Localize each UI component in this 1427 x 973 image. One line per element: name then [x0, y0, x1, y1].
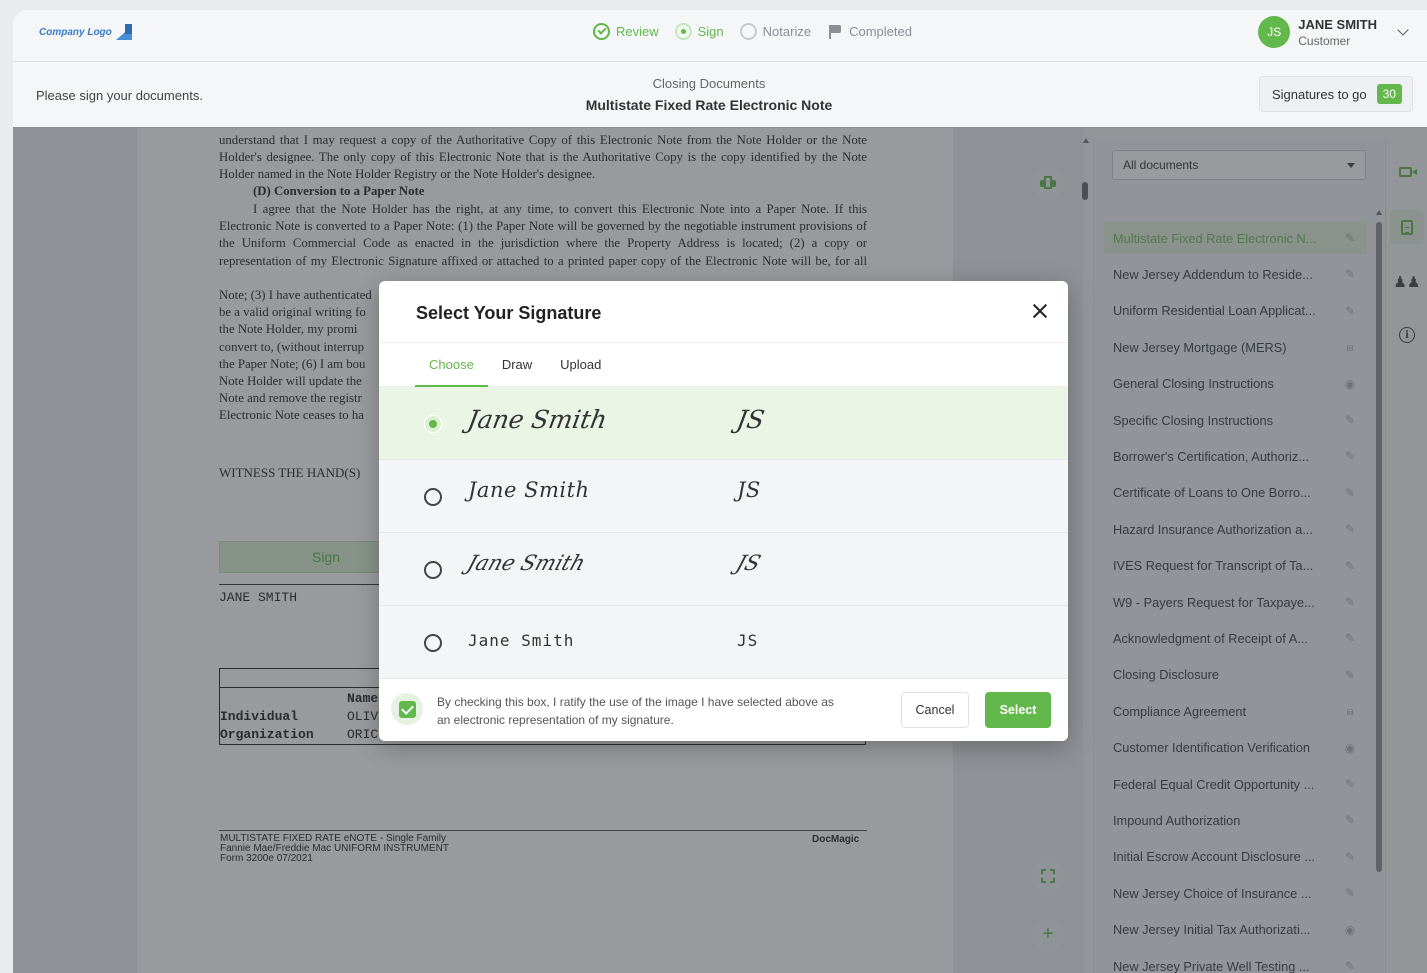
signature-option-3[interactable]: Jane Smith JS — [379, 533, 1068, 606]
signatures-label: Signatures to go — [1271, 86, 1367, 102]
close-icon[interactable] — [1028, 299, 1052, 323]
signature-initials: JS — [737, 478, 761, 502]
document-kicker: Closing Documents — [652, 76, 766, 91]
tab-draw[interactable]: Draw — [488, 343, 546, 386]
step-label: Review — [616, 24, 659, 39]
signature-full-name: Jane Smith — [465, 405, 610, 434]
ratify-checkbox[interactable] — [391, 693, 423, 725]
pending-step-icon — [739, 23, 757, 40]
radio-selected-icon[interactable] — [424, 415, 442, 433]
signature-full-name: Jane Smith — [468, 478, 590, 502]
top-header: Company Logo Review Sign Notarize Comple… — [13, 10, 1427, 62]
tab-upload[interactable]: Upload — [546, 343, 615, 386]
step-completed[interactable]: Completed — [827, 24, 912, 39]
check-circle-icon — [593, 23, 610, 40]
instruction-text: Please sign your documents. — [36, 88, 203, 103]
radio-icon[interactable] — [424, 561, 442, 579]
signature-full-name: Jane Smith — [464, 551, 589, 575]
step-label: Sign — [697, 24, 724, 39]
step-label: Notarize — [762, 24, 812, 39]
checkbox-checked-icon — [398, 700, 416, 718]
document-heading: Closing Documents Multistate Fixed Rate … — [509, 76, 909, 113]
signature-option-2[interactable]: Jane Smith JS — [379, 460, 1068, 533]
flag-icon — [827, 24, 843, 39]
step-notarize[interactable]: Notarize — [739, 23, 812, 40]
logo-icon — [115, 24, 132, 40]
signature-initials: JS — [734, 405, 767, 434]
progress-steps: Review Sign Notarize Completed — [593, 23, 912, 40]
avatar: JS — [1258, 16, 1291, 48]
step-review[interactable]: Review — [593, 23, 659, 40]
step-label: Completed — [849, 24, 912, 39]
select-button[interactable]: Select — [985, 692, 1051, 728]
chevron-down-icon[interactable] — [1397, 24, 1409, 36]
dialog-footer: By checking this box, I ratify the use o… — [379, 679, 1068, 741]
sub-header: Please sign your documents. Closing Docu… — [13, 62, 1427, 128]
signatures-to-go[interactable]: Signatures to go 30 — [1258, 76, 1413, 112]
document-title: Multistate Fixed Rate Electronic Note — [585, 97, 833, 113]
signature-option-4[interactable]: Jane Smith JS — [379, 606, 1068, 679]
active-step-icon — [674, 23, 692, 40]
user-role: Customer — [1298, 33, 1351, 48]
signature-initials: JS — [737, 631, 759, 650]
user-menu[interactable]: JS JANE SMITH Customer — [1258, 16, 1409, 48]
radio-icon[interactable] — [424, 488, 442, 506]
step-sign[interactable]: Sign — [674, 23, 724, 40]
cancel-button[interactable]: Cancel — [901, 692, 969, 728]
logo-text: Company Logo — [39, 26, 112, 38]
select-signature-dialog: Select Your Signature Choose Draw Upload… — [379, 281, 1068, 741]
radio-icon[interactable] — [424, 634, 442, 652]
user-name: JANE SMITH — [1298, 16, 1377, 32]
company-logo[interactable]: Company Logo — [39, 24, 132, 40]
dialog-header: Select Your Signature — [379, 281, 1068, 343]
signature-option-1[interactable]: Jane Smith JS — [379, 387, 1068, 460]
signature-initials: JS — [733, 551, 764, 575]
dialog-title: Select Your Signature — [416, 303, 602, 323]
ratify-text: By checking this box, I ratify the use o… — [437, 695, 834, 727]
signature-tabs: Choose Draw Upload — [379, 343, 1068, 387]
signature-full-name: Jane Smith — [468, 631, 575, 650]
signatures-count-badge: 30 — [1376, 84, 1402, 104]
tab-choose[interactable]: Choose — [415, 343, 488, 387]
